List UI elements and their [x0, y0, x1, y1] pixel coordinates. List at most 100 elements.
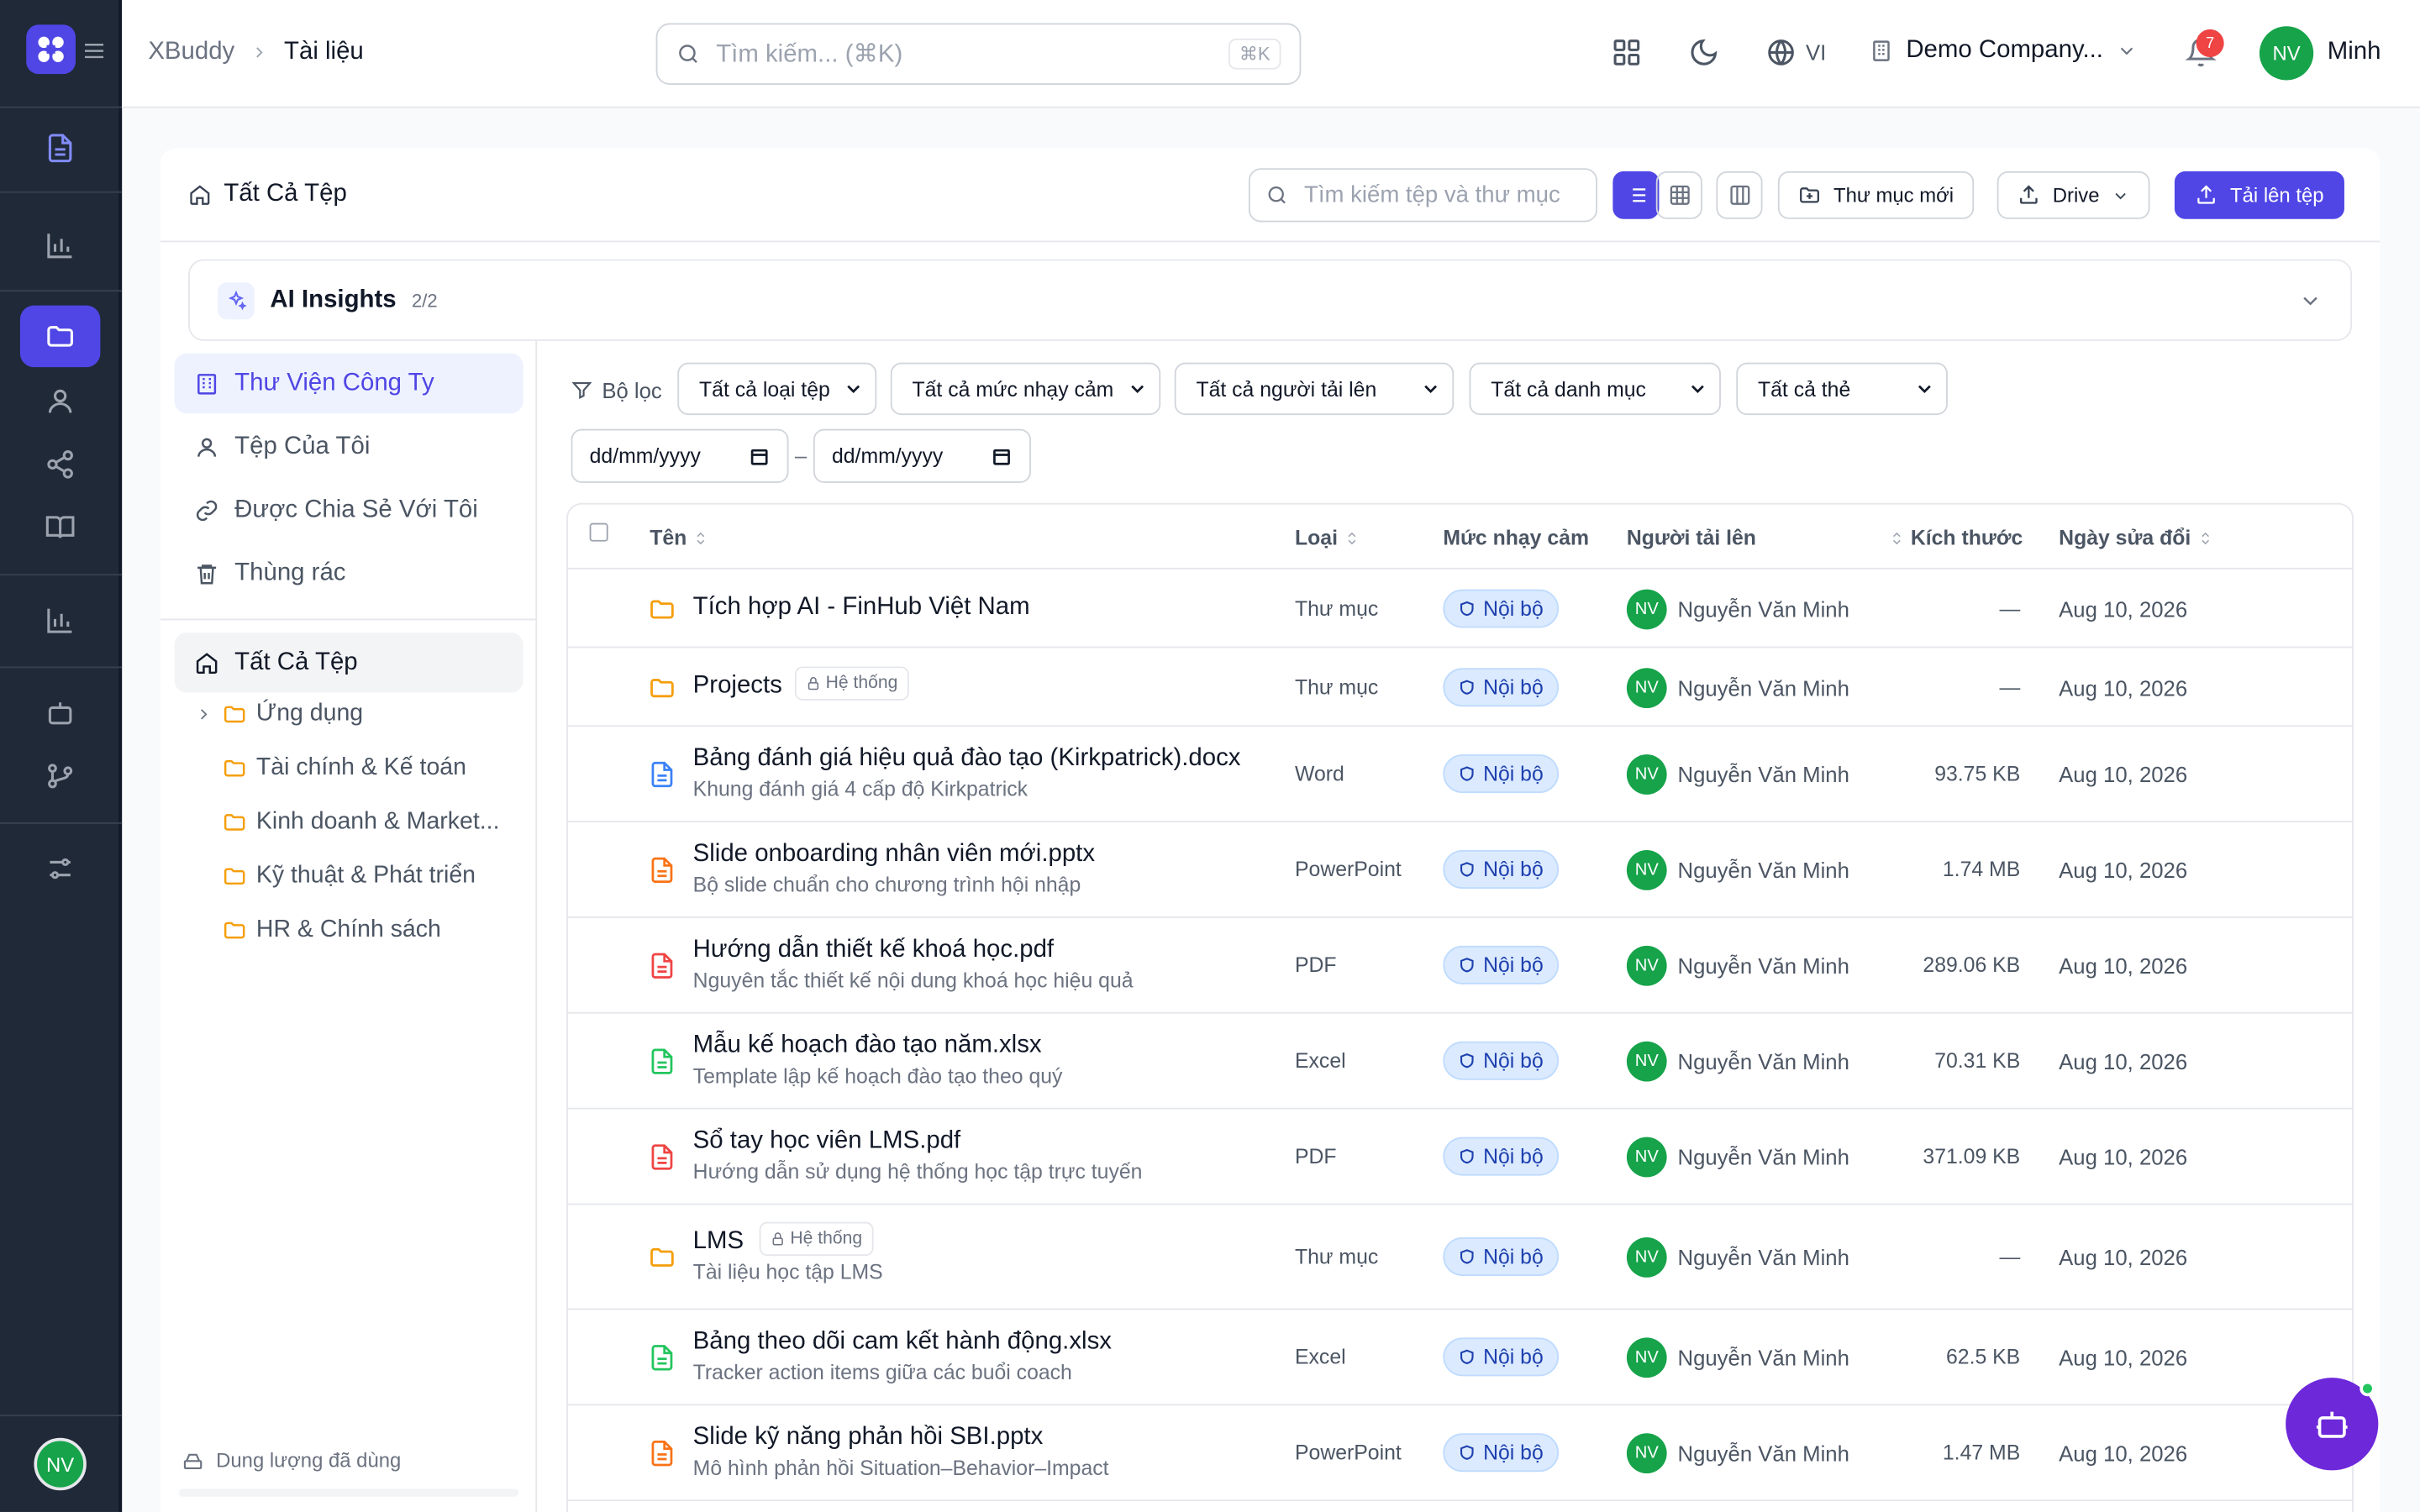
- chevron-down-icon: [2116, 192, 2127, 199]
- table-row[interactable]: Bảng theo dõi cam kết hành động.xlsx Trac…: [567, 1310, 2353, 1406]
- user-avatar[interactable]: NV: [2259, 26, 2314, 81]
- shield-icon: [1460, 1148, 1474, 1164]
- file-name[interactable]: Bảng đánh giá hiệu quả đào tạo (Kirkpatr…: [693, 745, 1241, 773]
- book-icon[interactable]: [20, 496, 101, 558]
- file-type: Word: [1294, 762, 1344, 785]
- language-selector[interactable]: VI: [1765, 37, 1826, 68]
- nav-company-library[interactable]: Thư Viện Công Ty: [174, 353, 523, 414]
- table-row[interactable]: Bảng đánh giá hiệu quả đào tạo (Kirkpatr…: [567, 727, 2353, 822]
- modified-date: Aug 10, 2026: [2059, 675, 2188, 700]
- link-icon: [196, 499, 218, 521]
- file-name[interactable]: Sổ tay học viên LMS.pdf: [693, 1128, 961, 1156]
- files-panel: Tất Cả Tệp Tìm kiếm tệp và thư mục Thư m…: [160, 148, 2381, 1512]
- sort-icon: [2201, 531, 2209, 544]
- tree-item-apps[interactable]: Ứng dụng: [194, 701, 363, 728]
- global-search[interactable]: Tìm kiếm... (⌘K) ⌘K: [655, 23, 1302, 86]
- column-type[interactable]: Loại: [1295, 526, 1360, 549]
- nav-shared-with-me[interactable]: Được Chia Sẻ Với Tôi: [175, 480, 523, 540]
- file-name[interactable]: Projects: [693, 672, 782, 700]
- menu-icon[interactable]: [82, 39, 106, 63]
- share-icon[interactable]: [20, 433, 101, 495]
- tree-item-engineering[interactable]: Kỹ thuật & Phát triển: [222, 863, 476, 890]
- filter-category[interactable]: Tất cả danh mục: [1469, 362, 1721, 416]
- search-icon: [1268, 186, 1286, 204]
- date-from-input[interactable]: dd/mm/yyyy: [571, 428, 789, 483]
- tree-item-hr[interactable]: HR & Chính sách: [222, 916, 441, 944]
- app-logo[interactable]: [26, 24, 76, 75]
- nav-label: Thùng rác: [234, 559, 346, 586]
- uploader-avatar: NV: [1626, 850, 1667, 890]
- rail-avatar[interactable]: NV: [34, 1437, 87, 1491]
- chevron-right-icon: [256, 47, 263, 58]
- drive-button[interactable]: Drive: [1996, 171, 2151, 219]
- reports-icon[interactable]: [20, 590, 101, 651]
- column-modified[interactable]: Ngày sửa đổi: [2059, 526, 2212, 549]
- user-name[interactable]: Minh: [2328, 39, 2381, 66]
- grid-view-toggle[interactable]: [1655, 171, 1702, 219]
- ai-insights-panel[interactable]: AI Insights 2/2: [188, 259, 2353, 341]
- rail-divider: [0, 822, 123, 824]
- company-selector[interactable]: Demo Company...: [1869, 37, 2137, 65]
- sensitivity-badge: Nội bộ: [1443, 945, 1560, 984]
- filter-tags[interactable]: Tất cả thẻ: [1736, 362, 1948, 416]
- file-name[interactable]: Hướng dẫn thiết kế khoá học.pdf: [693, 937, 1054, 964]
- file-list-area: Bộ lọc Tất cả loại tệp Tất cả mức nhạy c…: [537, 341, 2380, 1512]
- modified-date: Aug 10, 2026: [2059, 858, 2188, 883]
- file-type: PDF: [1294, 953, 1337, 977]
- documents-icon[interactable]: [20, 118, 101, 179]
- file-name[interactable]: Slide kỹ năng phản hồi SBI.pptx: [693, 1424, 1044, 1452]
- file-description: Tracker action items giữa các buổi coach: [692, 1360, 1072, 1384]
- select-all-checkbox[interactable]: [589, 522, 608, 542]
- file-name[interactable]: LMS: [693, 1228, 744, 1256]
- file-name[interactable]: Tích hợp AI - FinHub Việt Nam: [693, 593, 1030, 621]
- filter-uploader[interactable]: Tất cả người tải lên: [1174, 362, 1455, 416]
- folder-icon: [224, 814, 245, 831]
- table-row[interactable]: Slide onboarding nhân viên mới.pptx Bộ sl…: [567, 822, 2353, 918]
- columns-view-toggle[interactable]: [1716, 171, 1763, 219]
- breadcrumb-app[interactable]: XBuddy: [148, 39, 234, 66]
- tree-root-all-files[interactable]: Tất Cả Tệp: [174, 633, 523, 693]
- file-name[interactable]: Bảng theo dõi cam kết hành động.xlsx: [693, 1328, 1112, 1356]
- column-name[interactable]: Tên: [650, 526, 708, 549]
- table-row[interactable]: Tích hợp AI - FinHub Việt Nam Thư mục Nội …: [567, 570, 2353, 648]
- analytics-icon[interactable]: [20, 214, 101, 276]
- notifications-bell-icon[interactable]: 7: [2185, 29, 2224, 68]
- chevron-down-icon[interactable]: [2298, 288, 2323, 312]
- filter-label: Bộ lọc: [571, 378, 662, 402]
- nav-trash[interactable]: Thùng rác: [175, 543, 523, 604]
- apps-grid-icon[interactable]: [1612, 37, 1643, 68]
- table-row[interactable]: Slide kỹ năng phản hồi SBI.pptx Mô hình p…: [567, 1405, 2353, 1502]
- new-folder-button[interactable]: Thư mục mới: [1777, 171, 1974, 219]
- date-separator: –: [794, 443, 808, 468]
- table-row[interactable]: Sổ tay học viên LMS.pdf Hướng dẫn sử dụng…: [567, 1110, 2353, 1205]
- bot-icon[interactable]: [20, 682, 101, 743]
- filter-sensitivity[interactable]: Tất cả mức nhạy cảm: [890, 362, 1161, 416]
- table-row[interactable]: LMS Hệ thống Tài liệu học tập LMS Thư mục Nộ…: [567, 1205, 2353, 1310]
- file-size: —: [1999, 675, 2021, 699]
- tree-item-finance[interactable]: Tài chính & Kế toán: [222, 754, 466, 782]
- date-to-input[interactable]: dd/mm/yyyy: [813, 428, 1031, 483]
- assistant-bot-button[interactable]: [2286, 1378, 2379, 1471]
- file-search-input[interactable]: Tìm kiếm tệp và thư mục: [1248, 168, 1597, 223]
- file-name[interactable]: Slide onboarding nhân viên mới.pptx: [693, 841, 1095, 869]
- upload-file-button[interactable]: Tải lên tệp: [2174, 171, 2344, 219]
- list-view-toggle[interactable]: [1612, 171, 1660, 219]
- search-icon: [679, 45, 697, 63]
- workflow-icon[interactable]: [20, 745, 101, 806]
- table-row[interactable]: Projects Hệ thống Thư mục Nội bộ NV Nguyễn Vă…: [567, 648, 2353, 727]
- dark-mode-icon[interactable]: [1688, 37, 1719, 68]
- table-row[interactable]: Hướng dẫn thiết kế khoá học.pdf Nguyên tắ…: [567, 918, 2353, 1014]
- tree-item-sales[interactable]: Kinh doanh & Market...: [222, 808, 499, 836]
- user-icon[interactable]: [20, 370, 101, 432]
- files-icon[interactable]: [19, 305, 101, 368]
- nav-my-files[interactable]: Tệp Của Tôi: [175, 417, 523, 477]
- file-size: 62.5 KB: [1945, 1345, 2021, 1369]
- column-size[interactable]: Kích thước: [1889, 526, 2023, 549]
- filter-file-type[interactable]: Tất cả loại tệp: [677, 362, 877, 416]
- sensitivity-label: Nội bộ: [1483, 1345, 1544, 1369]
- settings-sliders-icon[interactable]: [20, 837, 101, 899]
- chevron-right-icon[interactable]: [194, 705, 213, 723]
- uploader-name: Nguyễn Văn Minh: [1677, 1048, 1849, 1074]
- table-row[interactable]: Mẫu kế hoạch đào tạo năm.xlsx Template lậ…: [567, 1014, 2353, 1110]
- file-name[interactable]: Mẫu kế hoạch đào tạo năm.xlsx: [693, 1032, 1042, 1060]
